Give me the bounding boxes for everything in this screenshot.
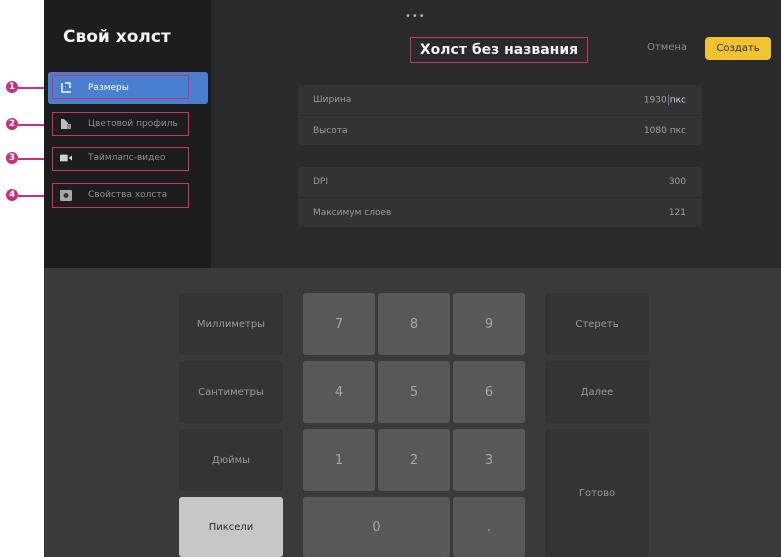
key-1[interactable]: 1 [303, 429, 375, 491]
unit-inches-button[interactable]: Дюймы [179, 429, 283, 491]
unit-pixels-button[interactable]: Пиксели [179, 497, 283, 557]
key-9[interactable]: 9 [453, 293, 525, 355]
key-6[interactable]: 6 [453, 361, 525, 423]
sidebar-item-color-profile[interactable]: Цветовой профиль [48, 108, 208, 140]
width-value[interactable]: 1930 пкс [643, 94, 686, 106]
width-value-digits: 193 [643, 95, 661, 106]
callout-4: 4 [6, 189, 18, 201]
dpi-row[interactable]: DPI 300 [298, 167, 702, 197]
sidebar-item-dimensions[interactable]: Размеры [48, 72, 208, 104]
callout-2: 2 [6, 118, 18, 130]
height-row[interactable]: Высота 1080 пкс [298, 115, 702, 145]
max-layers-value: 121 [668, 207, 686, 218]
width-row[interactable]: Ширина 1930 пкс [298, 85, 702, 115]
sidebar-item-label: Размеры [88, 83, 129, 93]
sidebar-item-label: Цветовой профиль [88, 119, 178, 129]
size-settings-group: Ширина 1930 пкс Высота 1080 пкс [298, 85, 702, 145]
key-0[interactable]: 0 [303, 497, 450, 557]
sidebar-item-label: Таймлапс-видео [88, 153, 166, 163]
cancel-button[interactable]: Отмена [647, 42, 687, 53]
max-layers-row: Максимум слоев 121 [298, 197, 702, 227]
sheet-grabber[interactable]: ••• [405, 11, 426, 22]
sidebar-item-label: Свойства холста [88, 190, 168, 200]
key-7[interactable]: 7 [303, 293, 375, 355]
color-profile-icon [60, 118, 72, 130]
dpi-value[interactable]: 300 [669, 177, 686, 187]
callout-1: 1 [6, 81, 18, 93]
callout-3: 3 [6, 152, 18, 164]
key-5[interactable]: 5 [378, 361, 450, 423]
video-camera-icon [60, 152, 72, 164]
width-label: Ширина [313, 95, 352, 105]
key-decimal-point[interactable]: . [453, 497, 525, 557]
width-unit: пкс [669, 95, 686, 106]
key-4[interactable]: 4 [303, 361, 375, 423]
key-2[interactable]: 2 [378, 429, 450, 491]
sidebar-item-canvas-properties[interactable]: Свойства холста [48, 179, 208, 211]
height-value[interactable]: 1080 пкс [644, 126, 686, 136]
unit-millimeters-button[interactable]: Миллиметры [179, 293, 283, 355]
create-button[interactable]: Создать [705, 37, 771, 60]
width-value-last-digit: 0 [660, 95, 667, 106]
clear-button[interactable]: Стереть [545, 293, 649, 355]
text-caret [667, 94, 669, 105]
canvas-name-title[interactable]: Холст без названия [410, 37, 588, 63]
sidebar: Свой холст Размеры Цветовой профиль Тайм… [44, 0, 211, 268]
sidebar-item-timelapse[interactable]: Таймлапс-видео [48, 142, 208, 174]
canvas-props-group: DPI 300 Максимум слоев 121 [298, 167, 702, 227]
numeric-keypad: Миллиметры Сантиметры Дюймы Пиксели 7 8 … [44, 268, 781, 557]
height-label: Высота [313, 125, 348, 136]
key-3[interactable]: 3 [453, 429, 525, 491]
key-8[interactable]: 8 [378, 293, 450, 355]
ipad-screen: Свой холст Размеры Цветовой профиль Тайм… [44, 0, 781, 557]
canvas-properties-icon [60, 189, 72, 201]
next-button[interactable]: Далее [545, 361, 649, 423]
dpi-label: DPI [313, 177, 329, 187]
sidebar-title: Свой холст [63, 27, 171, 47]
max-layers-label: Максимум слоев [313, 207, 392, 218]
done-button[interactable]: Готово [545, 429, 649, 557]
unit-centimeters-button[interactable]: Сантиметры [179, 361, 283, 423]
dimensions-icon [60, 82, 72, 94]
